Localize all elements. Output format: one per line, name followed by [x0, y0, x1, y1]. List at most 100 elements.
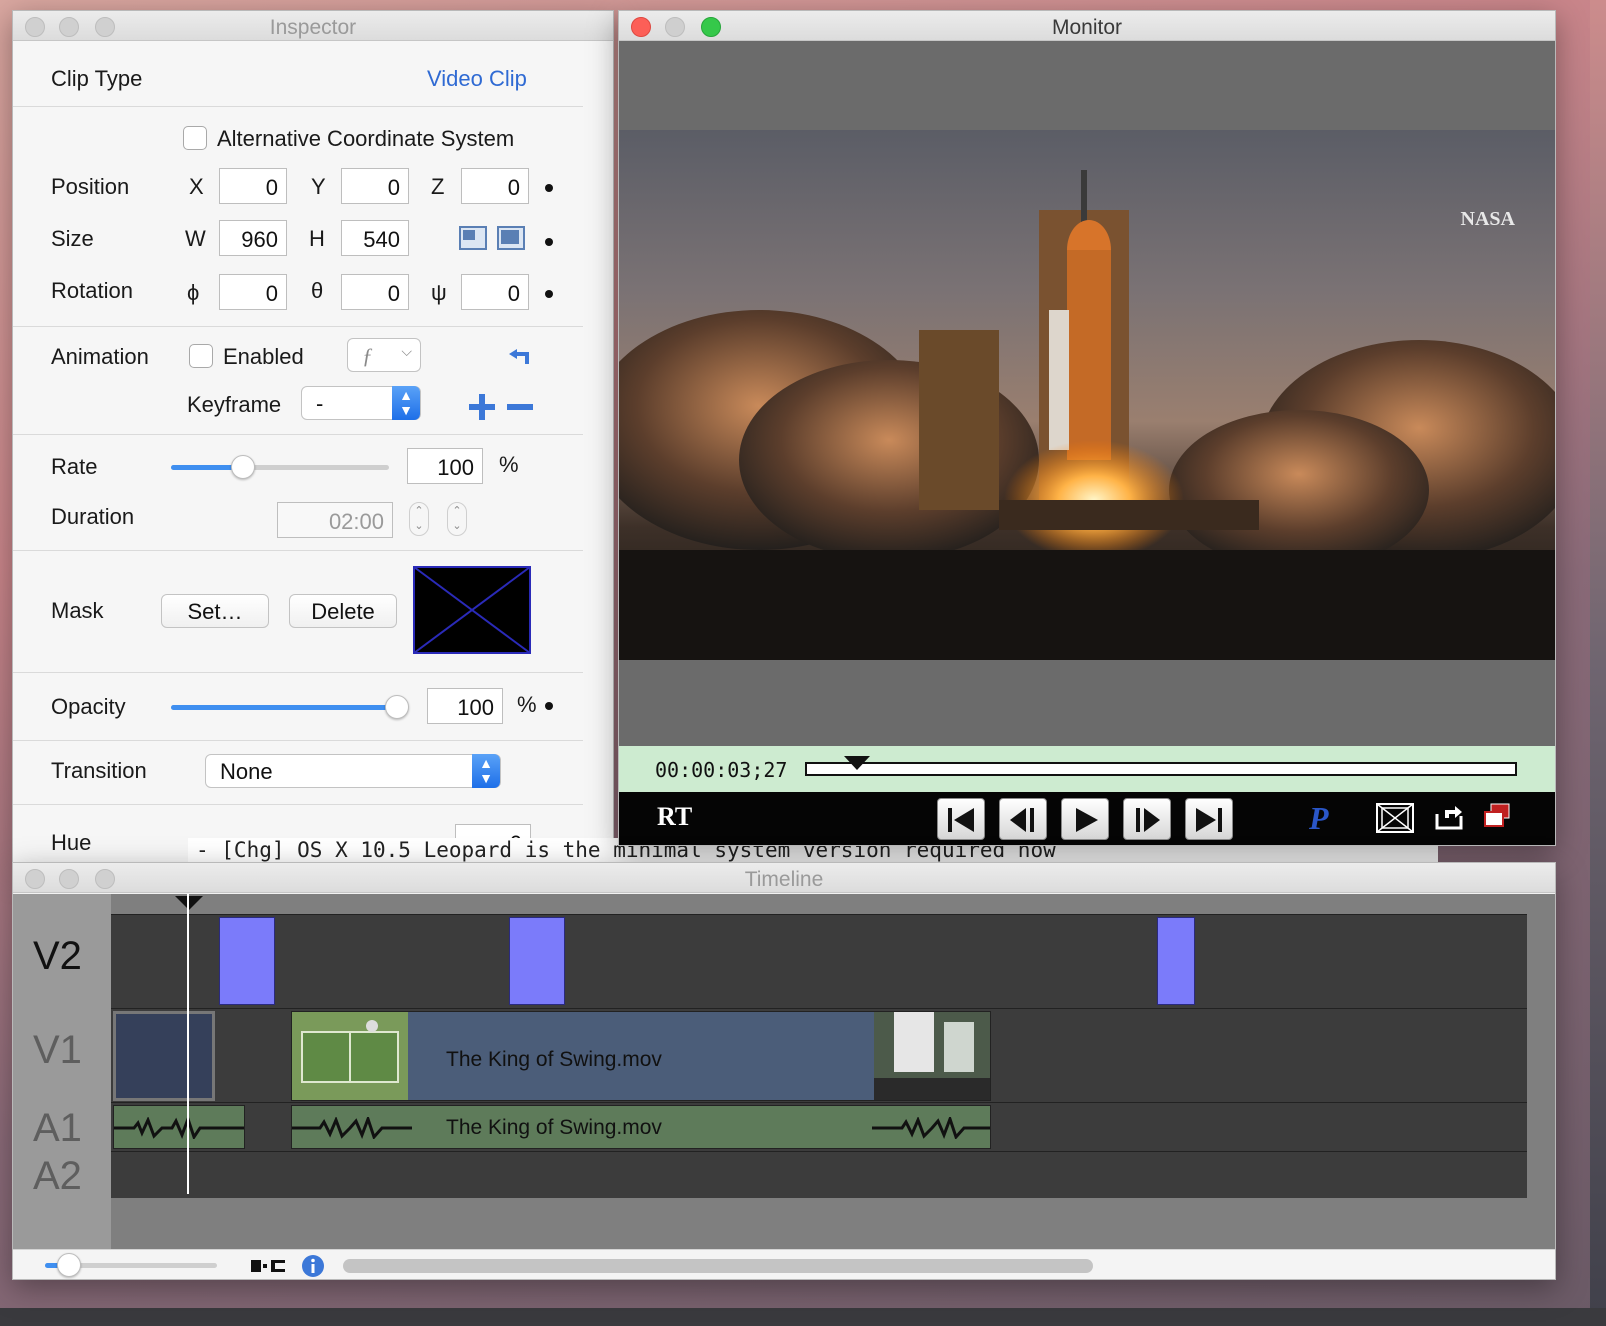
- alt-coord-checkbox[interactable]: [183, 126, 207, 150]
- opacity-keyframe-dot[interactable]: [545, 702, 553, 710]
- chevron-updown-icon: ▲ ▼: [472, 754, 500, 788]
- timeline-titlebar[interactable]: Timeline: [13, 863, 1555, 893]
- track-label-v1[interactable]: V1: [33, 1028, 82, 1073]
- export-icon[interactable]: [1435, 802, 1465, 832]
- overlay-icon[interactable]: [1483, 802, 1513, 830]
- position-label: Position: [51, 174, 130, 199]
- divider: [13, 106, 583, 107]
- timeline-playhead-handle[interactable]: [175, 896, 203, 910]
- position-x-field[interactable]: 0: [219, 168, 287, 204]
- pos-y-label: Y: [311, 174, 326, 199]
- monitor-titlebar[interactable]: Monitor: [619, 11, 1555, 41]
- interpolation-function-popup[interactable]: ƒ ⌵: [347, 338, 421, 372]
- step-forward-button[interactable]: [1123, 798, 1171, 840]
- track-v1[interactable]: The King of Swing.mov: [111, 1008, 1527, 1102]
- rotation-label: Rotation: [51, 278, 133, 303]
- track-label-a2[interactable]: A2: [33, 1154, 82, 1199]
- zoom-slider-icon[interactable]: [45, 1253, 217, 1277]
- position-z-field[interactable]: 0: [461, 168, 529, 204]
- opacity-slider-knob[interactable]: [385, 695, 409, 719]
- opacity-label: Opacity: [51, 694, 126, 719]
- rot-theta-label: θ: [311, 278, 324, 303]
- mask-delete-button[interactable]: Delete: [289, 594, 397, 628]
- info-icon[interactable]: [301, 1254, 325, 1278]
- track-label-a1[interactable]: A1: [33, 1106, 82, 1151]
- keyframe-value: -: [316, 391, 324, 416]
- duration-label: Duration: [51, 504, 135, 529]
- rate-field[interactable]: 100: [407, 448, 483, 484]
- track-label-v2[interactable]: V2: [33, 934, 82, 979]
- inspector-titlebar[interactable]: Inspector: [13, 11, 613, 41]
- go-end-button[interactable]: [1185, 798, 1233, 840]
- timecode-display[interactable]: 00:00:03;27: [655, 758, 787, 782]
- track-v2[interactable]: [111, 914, 1527, 1008]
- opacity-slider[interactable]: [171, 695, 409, 719]
- transition-popup[interactable]: None ▲ ▼: [205, 754, 501, 788]
- v2-clip[interactable]: [1157, 917, 1195, 1005]
- safe-area-icon[interactable]: [1375, 802, 1415, 834]
- divider: [13, 326, 583, 327]
- step-back-icon: [1010, 808, 1034, 832]
- a1-clip[interactable]: The King of Swing.mov: [291, 1105, 991, 1149]
- hue-label: Hue: [51, 830, 92, 855]
- add-icon[interactable]: [469, 394, 495, 420]
- duration-stepper[interactable]: ⌃ ⌄: [409, 502, 429, 536]
- a1-clip[interactable]: [113, 1105, 245, 1149]
- zoom-slider-knob[interactable]: [57, 1253, 81, 1277]
- timeline-playhead[interactable]: [187, 894, 189, 1194]
- rotation-phi-field[interactable]: 0: [219, 274, 287, 310]
- duration-stepper-2[interactable]: ⌃ ⌄: [447, 502, 467, 536]
- track-a1-a2[interactable]: The King of Swing.mov: [111, 1102, 1527, 1198]
- waveform: [114, 1117, 244, 1139]
- size-h-field[interactable]: 540: [341, 220, 409, 256]
- keyframe-popup[interactable]: - ▲ ▼: [301, 386, 421, 420]
- monitor-timebar: 00:00:03;27: [619, 746, 1555, 792]
- inspector-title: Inspector: [269, 16, 357, 39]
- scrub-playhead[interactable]: [843, 756, 870, 770]
- clip-thumbnail-end: [874, 1012, 990, 1100]
- timeline-title: Timeline: [744, 868, 824, 891]
- animation-enabled-checkbox[interactable]: [189, 344, 213, 368]
- step-forward-icon: [1136, 808, 1160, 832]
- rotation-theta-field[interactable]: 0: [341, 274, 409, 310]
- position-y-field[interactable]: 0: [341, 168, 409, 204]
- video-frame: NASA: [619, 130, 1555, 660]
- rate-slider[interactable]: [171, 455, 389, 479]
- v1-clip-name: The King of Swing.mov: [446, 1048, 662, 1071]
- snap-icon[interactable]: [249, 1256, 289, 1276]
- realtime-label[interactable]: RT: [657, 802, 692, 832]
- rotation-keyframe-dot[interactable]: [545, 290, 553, 298]
- mask-preview[interactable]: [413, 566, 531, 654]
- v2-clip[interactable]: [509, 917, 565, 1005]
- horizontal-scrollbar[interactable]: [343, 1259, 1093, 1273]
- size-w-field[interactable]: 960: [219, 220, 287, 256]
- chevron-down-icon: ⌵: [401, 345, 412, 360]
- rotation-psi-field[interactable]: 0: [461, 274, 529, 310]
- fit-size-icon[interactable]: [459, 226, 487, 250]
- remove-icon[interactable]: [507, 404, 533, 412]
- v1-clip-blank[interactable]: [113, 1011, 215, 1101]
- nasa-watermark: NASA: [1460, 208, 1515, 230]
- alt-coord-label: Alternative Coordinate System: [217, 126, 515, 151]
- reset-icon[interactable]: [507, 348, 531, 366]
- position-keyframe-dot[interactable]: [545, 184, 553, 192]
- go-start-button[interactable]: [937, 798, 985, 840]
- size-keyframe-dot[interactable]: [545, 238, 553, 246]
- mask-label: Mask: [51, 598, 104, 623]
- fill-size-icon[interactable]: [497, 226, 525, 250]
- v1-clip[interactable]: The King of Swing.mov: [291, 1011, 991, 1101]
- play-button[interactable]: [1061, 798, 1109, 840]
- scrub-bar[interactable]: [805, 756, 1517, 776]
- monitor-canvas[interactable]: NASA: [619, 42, 1555, 746]
- waveform: [872, 1117, 990, 1139]
- duration-field[interactable]: 02:00: [277, 502, 393, 538]
- proxy-label[interactable]: P: [1309, 800, 1329, 837]
- opacity-field[interactable]: 100: [427, 688, 503, 724]
- v2-clip[interactable]: [219, 917, 275, 1005]
- mask-set-button[interactable]: Set…: [161, 594, 269, 628]
- rate-slider-knob[interactable]: [230, 455, 255, 479]
- a1-clip-name: The King of Swing.mov: [446, 1116, 662, 1139]
- divider: [13, 740, 583, 741]
- monitor-title: Monitor: [1051, 16, 1123, 39]
- step-back-button[interactable]: [999, 798, 1047, 840]
